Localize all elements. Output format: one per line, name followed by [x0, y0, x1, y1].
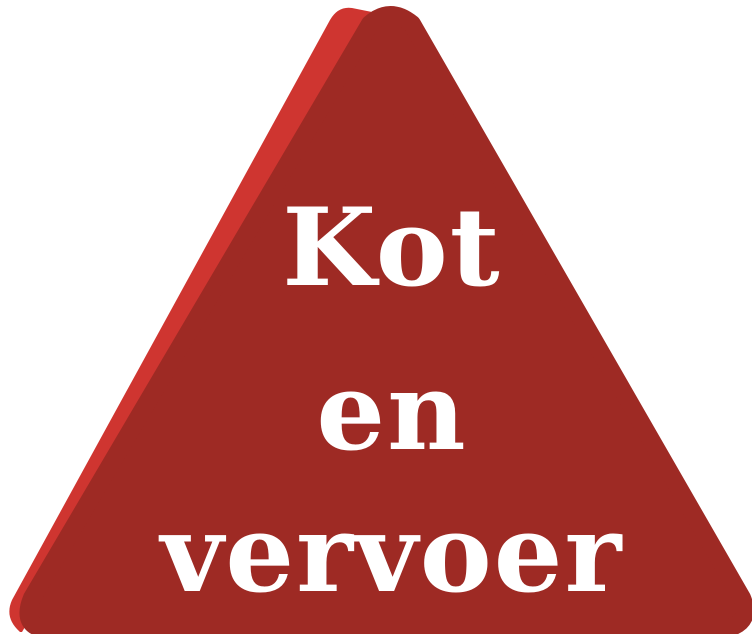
sign-text-line-3: vervoer	[160, 491, 624, 617]
sign-text-line-1: Kot	[282, 185, 502, 311]
sign-text-line-2: en	[316, 349, 468, 475]
